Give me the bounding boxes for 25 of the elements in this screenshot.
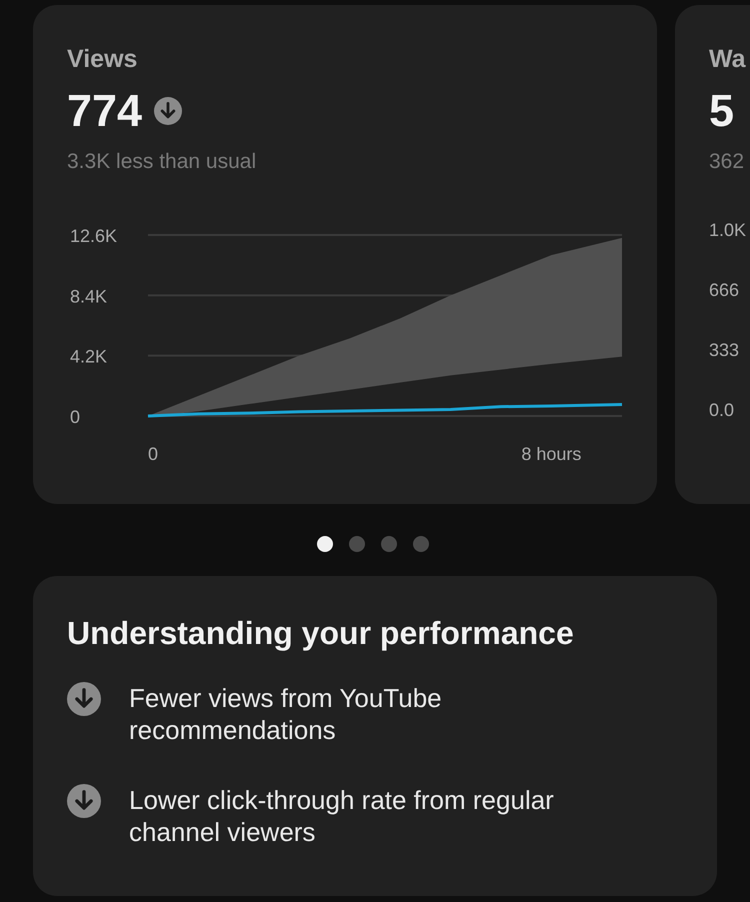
insights-title: Understanding your performance (67, 614, 575, 652)
axis-label: 8 hours (521, 444, 582, 464)
axis-label: 8.4K (70, 286, 108, 306)
axis-label: 333 (709, 341, 740, 359)
axis-label: 1.0K (709, 221, 748, 239)
metric-card[interactable]: Wa 5 362 1.0K 666 333 0.0 (675, 5, 750, 504)
axis-label: 12.6K (70, 226, 118, 246)
metric-value: 774 (67, 85, 142, 137)
page-dot[interactable] (381, 536, 397, 552)
metric-title: Wa (709, 45, 747, 73)
metric-title: Views (67, 45, 138, 73)
axis-label: 666 (709, 281, 740, 299)
axis-label: 0.0 (709, 401, 736, 419)
metric-comparison: 362 (709, 149, 746, 175)
axis-label: 0 (148, 444, 158, 464)
page-dot[interactable] (413, 536, 429, 552)
page-dot[interactable] (349, 536, 365, 552)
metric-comparison: 3.3K less than usual (67, 149, 258, 175)
axis-label: 0 (70, 407, 80, 427)
insight-text: Lower click-through rate from regular channel viewers (129, 784, 555, 848)
axis-label: 4.2K (70, 346, 108, 367)
insight-text: Fewer views from YouTube recommendations (129, 682, 443, 746)
metric-card[interactable]: Views 774 3.3K less than usual 12.6K 8.4K 4.2K 0 0 8 hours (33, 5, 657, 504)
page-dot[interactable] (317, 536, 333, 552)
metric-value: 5 (709, 85, 734, 137)
